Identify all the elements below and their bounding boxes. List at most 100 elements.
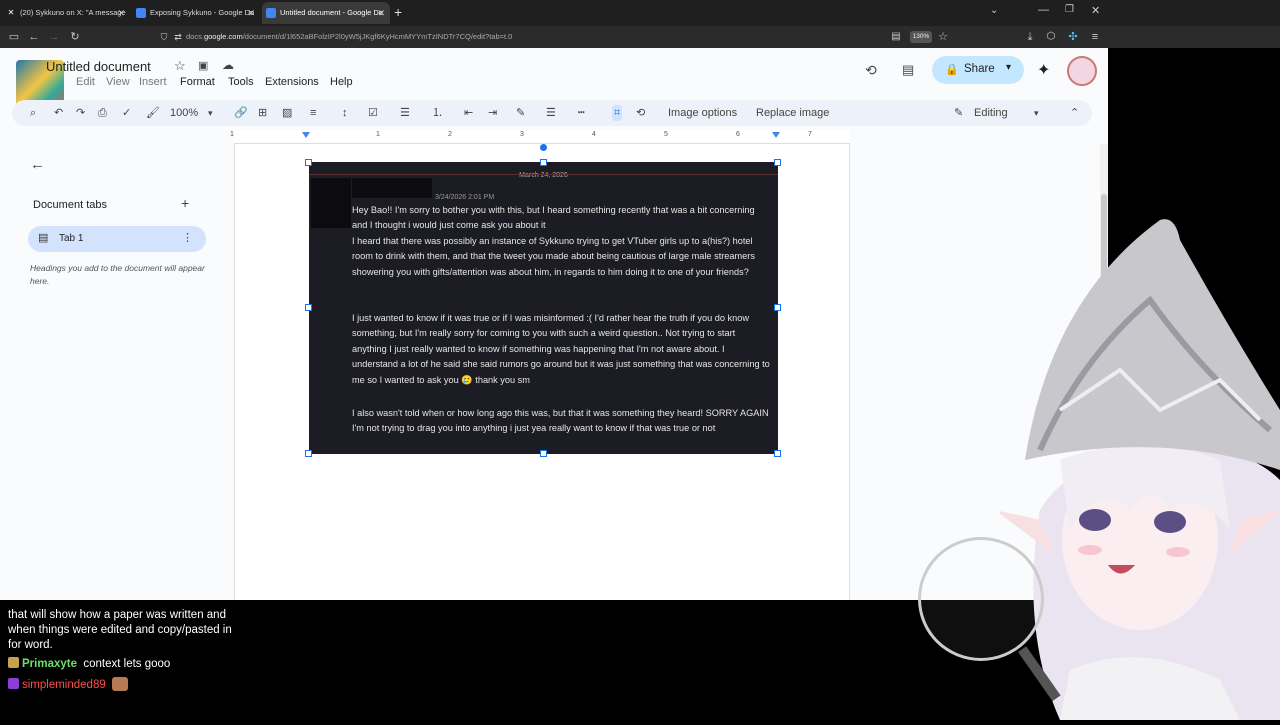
increase-indent-icon[interactable]: ⇥ [488,105,497,121]
docs-toolbar: ⌕ ↶ ↷ ⎙ ✓ 🖌 100% ▾ 🔗 ⊞ ▨ ≡ ↕ ☑ ☰ ⒈ ⇤ ⇥ ✎… [12,100,1092,126]
image-options-button[interactable]: Image options [668,105,737,121]
url-prefix: docs. [186,32,204,41]
search-menus-icon[interactable]: ⌕ [30,105,36,121]
back-icon[interactable]: ← [26,29,42,45]
resize-handle[interactable] [774,304,781,311]
chat-username: Primaxyte [22,658,77,670]
left-indent-marker[interactable] [302,132,310,138]
close-tab-icon[interactable]: ✕ [247,2,255,24]
align-icon[interactable]: ≡ [310,105,316,121]
ruler-number: 4 [592,131,596,138]
browser-tab-x[interactable]: ✕ (20) Sykkuno on X: "A message ✕ [2,2,130,24]
line-spacing-icon[interactable]: ↕ [342,105,348,121]
tab-list-icon[interactable]: ⌄ [990,5,998,16]
sidebar-toggle-icon[interactable]: ▭ [6,29,22,45]
insert-link-icon[interactable]: 🔗 [234,105,248,121]
mode-dropdown-icon[interactable]: ▾ [1034,105,1039,121]
bulleted-list-icon[interactable]: ☰ [400,105,410,121]
menu-icon[interactable]: ≡ [1087,29,1103,45]
paint-format-icon[interactable]: 🖌 [146,105,160,121]
ruler-number: 6 [736,131,740,138]
resize-handle[interactable] [305,159,312,166]
selected-image[interactable]: March 24, 2026 3/24/2026 2:01 PM Hey Bao… [309,162,778,454]
add-comment-icon[interactable]: ⊞ [258,105,267,121]
zoom-dropdown-icon[interactable]: ▾ [208,105,213,121]
tab-title: Exposing Sykkuno - Google Do [150,8,255,17]
move-folder-icon[interactable]: ▣ [198,59,208,72]
bookmark-star-icon[interactable]: ☆ [935,29,951,45]
right-indent-marker[interactable] [772,132,780,138]
ruler-number: 5 [664,131,668,138]
reader-view-icon[interactable]: ▤ [888,29,904,45]
close-tab-icon[interactable]: ✕ [377,2,385,24]
close-window-icon[interactable]: ✕ [1091,4,1100,17]
menu-edit[interactable]: Edit [76,76,95,88]
tab-doc-icon: ▤ [38,232,49,244]
border-dash-icon[interactable]: ┅ [578,105,585,121]
collapse-menus-icon[interactable]: ⌃ [1070,105,1079,121]
menu-help[interactable]: Help [330,76,353,88]
reload-icon[interactable]: ↻ [67,29,83,45]
minimize-icon[interactable]: — [1038,4,1049,16]
avatar[interactable] [1067,56,1097,86]
new-tab-button[interactable]: + [394,4,402,20]
download-icon[interactable]: ⤓ [1022,29,1038,45]
spellcheck-icon[interactable]: ✓ [122,105,131,121]
resize-handle[interactable] [540,159,547,166]
replace-image-button[interactable]: Replace image [756,105,829,121]
url-field[interactable]: docs.google.com/document/d/1l652aBFolzIP… [186,30,512,44]
add-tab-button[interactable]: + [181,195,189,211]
decrease-indent-icon[interactable]: ⇤ [464,105,473,121]
reset-image-icon[interactable]: ⟲ [636,105,645,121]
print-icon[interactable]: ⎙ [98,105,107,121]
docs-header: Untitled document ☆ ▣ ☁ Edit View Insert… [0,48,1108,112]
comments-icon[interactable]: ▤ [902,62,914,78]
share-button[interactable]: 🔒 Share ▾ [932,56,1024,84]
zoom-badge[interactable]: 130% [910,31,932,43]
insert-image-icon[interactable]: ▨ [282,105,292,121]
ruler-number: 7 [808,131,812,138]
star-icon[interactable]: ☆ [174,58,186,74]
resize-handle[interactable] [540,450,547,457]
menu-insert[interactable]: Insert [139,76,167,88]
forward-icon[interactable]: → [46,29,62,45]
undo-icon[interactable]: ↶ [54,105,63,121]
checklist-icon[interactable]: ☑ [368,105,378,121]
share-dropdown-icon[interactable]: ▾ [1006,62,1011,73]
numbered-list-icon[interactable]: ⒈ [432,105,443,121]
border-weight-icon[interactable]: ☰ [546,105,556,121]
message-paragraph-2: I heard that there was possibly an insta… [352,236,755,277]
browser-tab-untitled[interactable]: Untitled document - Google Do ✕ [262,2,390,24]
menu-extensions[interactable]: Extensions [265,76,319,88]
document-title[interactable]: Untitled document [46,59,151,74]
version-history-icon[interactable]: ⟲ [865,62,877,79]
extensions-icon[interactable]: ⬡ [1043,29,1059,45]
resize-handle[interactable] [305,450,312,457]
horizontal-ruler[interactable]: 1 1 2 3 4 5 6 7 [230,130,850,144]
menu-tools[interactable]: Tools [228,76,254,88]
ruler-number: 2 [448,131,452,138]
close-tab-icon[interactable]: ✕ [117,2,125,24]
browser-tab-exposing[interactable]: Exposing Sykkuno - Google Do ✕ [132,2,260,24]
editing-mode-select[interactable]: Editing [974,105,1008,121]
sidebar-item-tab-1[interactable]: ▤ Tab 1 ⋮ [28,226,206,252]
menu-view[interactable]: View [106,76,130,88]
permissions-icon[interactable]: ⇄ [170,29,186,45]
gemini-icon[interactable]: ✦ [1037,60,1050,80]
user-badge-icon [8,657,19,668]
crop-icon[interactable]: ⌗ [612,105,623,121]
rotate-handle[interactable] [540,144,547,151]
browser-tab-bar: ✕ (20) Sykkuno on X: "A message ✕ Exposi… [0,0,1280,26]
zoom-select[interactable]: 100% [170,105,198,121]
redo-icon[interactable]: ↷ [76,105,85,121]
close-outline-back-icon[interactable]: ← [30,156,45,173]
resize-handle[interactable] [774,450,781,457]
resize-handle[interactable] [774,159,781,166]
menu-format[interactable]: Format [180,76,215,88]
tab-options-icon[interactable]: ⋮ [182,231,193,244]
extension-icon[interactable]: ✣ [1065,29,1081,45]
border-color-icon[interactable]: ✎ [516,105,525,121]
resize-handle[interactable] [305,304,312,311]
maximize-icon[interactable]: ❐ [1065,4,1074,15]
redacted-avatar [311,178,351,228]
